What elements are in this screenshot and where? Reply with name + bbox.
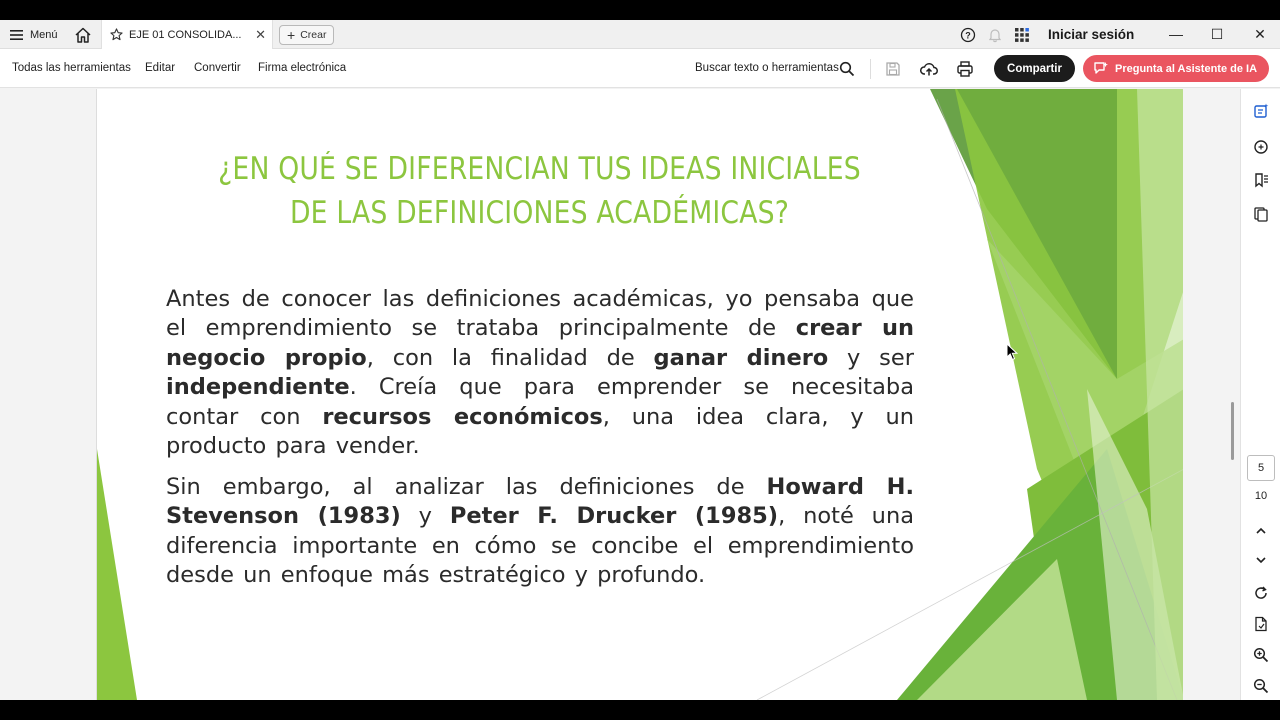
menu-button[interactable]: Menú <box>10 26 58 44</box>
help-icon[interactable]: ? <box>960 27 976 43</box>
home-icon[interactable] <box>74 26 92 44</box>
ai-assistant-label: Pregunta al Asistente de IA <box>1115 62 1258 75</box>
search-icon[interactable] <box>839 61 855 77</box>
tab-title: EJE 01 CONSOLIDA... <box>129 28 242 41</box>
p1-bold-independiente: independiente <box>166 374 350 401</box>
hamburger-icon <box>10 30 23 40</box>
pdf-page: ¿EN QUÉ SE DIFERENCIAN TUS IDEAS INICIAL… <box>96 89 1183 700</box>
sign-in-link[interactable]: Iniciar sesión <box>1048 27 1134 42</box>
main-toolbar: Todas las herramientas Editar Convertir … <box>0 49 1280 88</box>
ai-summary-icon[interactable] <box>1253 103 1269 119</box>
p1-bold-recursos: recursos económicos <box>322 403 603 430</box>
chevron-up-icon[interactable] <box>1253 523 1269 539</box>
document-viewport[interactable]: ¿EN QUÉ SE DIFERENCIAN TUS IDEAS INICIAL… <box>0 89 1240 700</box>
cloud-upload-icon[interactable] <box>920 60 938 78</box>
slide-title-line-2: DE LAS DEFINICIONES ACADÉMICAS? <box>289 195 790 231</box>
mouse-cursor-icon <box>1006 343 1018 361</box>
zoom-out-icon[interactable] <box>1253 678 1269 694</box>
pages-icon[interactable] <box>1253 206 1269 222</box>
toolbar-divider <box>870 59 871 79</box>
create-label: Crear <box>300 29 327 41</box>
create-button[interactable]: + Crear <box>279 25 335 45</box>
close-window-icon[interactable]: ✕ <box>1252 26 1268 42</box>
tool-esign[interactable]: Firma electrónica <box>258 62 346 74</box>
title-bar: Menú EJE 01 CONSOLIDA... ✕ + Crear ? Ini… <box>0 20 1280 49</box>
total-pages: 10 <box>1254 490 1268 502</box>
vertical-scrollbar-thumb[interactable] <box>1231 402 1234 460</box>
close-tab-icon[interactable]: ✕ <box>255 27 266 43</box>
p1-text-c: , con la finalidad de <box>366 344 654 371</box>
slide-title-line-1: ¿EN QUÉ SE DIFERENCIAN TUS IDEAS INICIAL… <box>218 151 861 187</box>
print-icon[interactable] <box>956 60 974 78</box>
save-icon[interactable] <box>885 61 901 77</box>
ai-assistant-icon <box>1094 62 1108 74</box>
bookmark-icon[interactable] <box>1253 172 1269 188</box>
acrobat-window: Menú EJE 01 CONSOLIDA... ✕ + Crear ? Ini… <box>0 20 1280 700</box>
menu-label: Menú <box>30 29 58 41</box>
comment-icon[interactable] <box>1253 139 1269 155</box>
tool-edit[interactable]: Editar <box>145 62 175 74</box>
plus-icon: + <box>287 27 296 43</box>
slide-title: ¿EN QUÉ SE DIFERENCIAN TUS IDEAS INICIAL… <box>193 147 885 235</box>
apps-grid-icon[interactable] <box>1014 27 1030 43</box>
p2-bold-drucker: Peter F. Drucker (1985) <box>449 503 779 530</box>
share-button[interactable]: Compartir <box>994 55 1075 82</box>
paragraph-initial-ideas: Antes de conocer las definiciones académ… <box>166 285 914 461</box>
star-icon[interactable] <box>110 28 123 41</box>
paragraph-academic-definitions: Sin embargo, al analizar las definicione… <box>166 473 914 591</box>
search-tools-label[interactable]: Buscar texto o herramientas <box>695 62 839 74</box>
maximize-icon[interactable]: ☐ <box>1209 26 1225 42</box>
svg-text:?: ? <box>965 31 971 41</box>
zoom-in-icon[interactable] <box>1253 647 1269 663</box>
p2-text-a: Sin embargo, al analizar las definicione… <box>166 474 767 500</box>
tool-all-tools[interactable]: Todas las herramientas <box>12 62 131 74</box>
p1-text-d: y ser <box>828 344 914 371</box>
chevron-down-icon[interactable] <box>1253 552 1269 568</box>
p1-bold-ganar-dinero: ganar dinero <box>653 344 829 371</box>
current-page-field[interactable]: 5 <box>1247 455 1275 481</box>
minimize-icon[interactable]: — <box>1168 26 1184 42</box>
tab-document[interactable]: EJE 01 CONSOLIDA... ✕ <box>101 20 273 49</box>
document-extract-icon[interactable] <box>1253 616 1269 632</box>
p2-text-c: y <box>400 503 450 530</box>
right-tool-rail: 5 10 <box>1240 89 1280 700</box>
ai-assistant-button[interactable]: Pregunta al Asistente de IA <box>1083 55 1269 82</box>
tool-convert[interactable]: Convertir <box>194 62 241 74</box>
bell-icon[interactable] <box>987 27 1003 43</box>
refresh-icon[interactable] <box>1253 585 1269 601</box>
